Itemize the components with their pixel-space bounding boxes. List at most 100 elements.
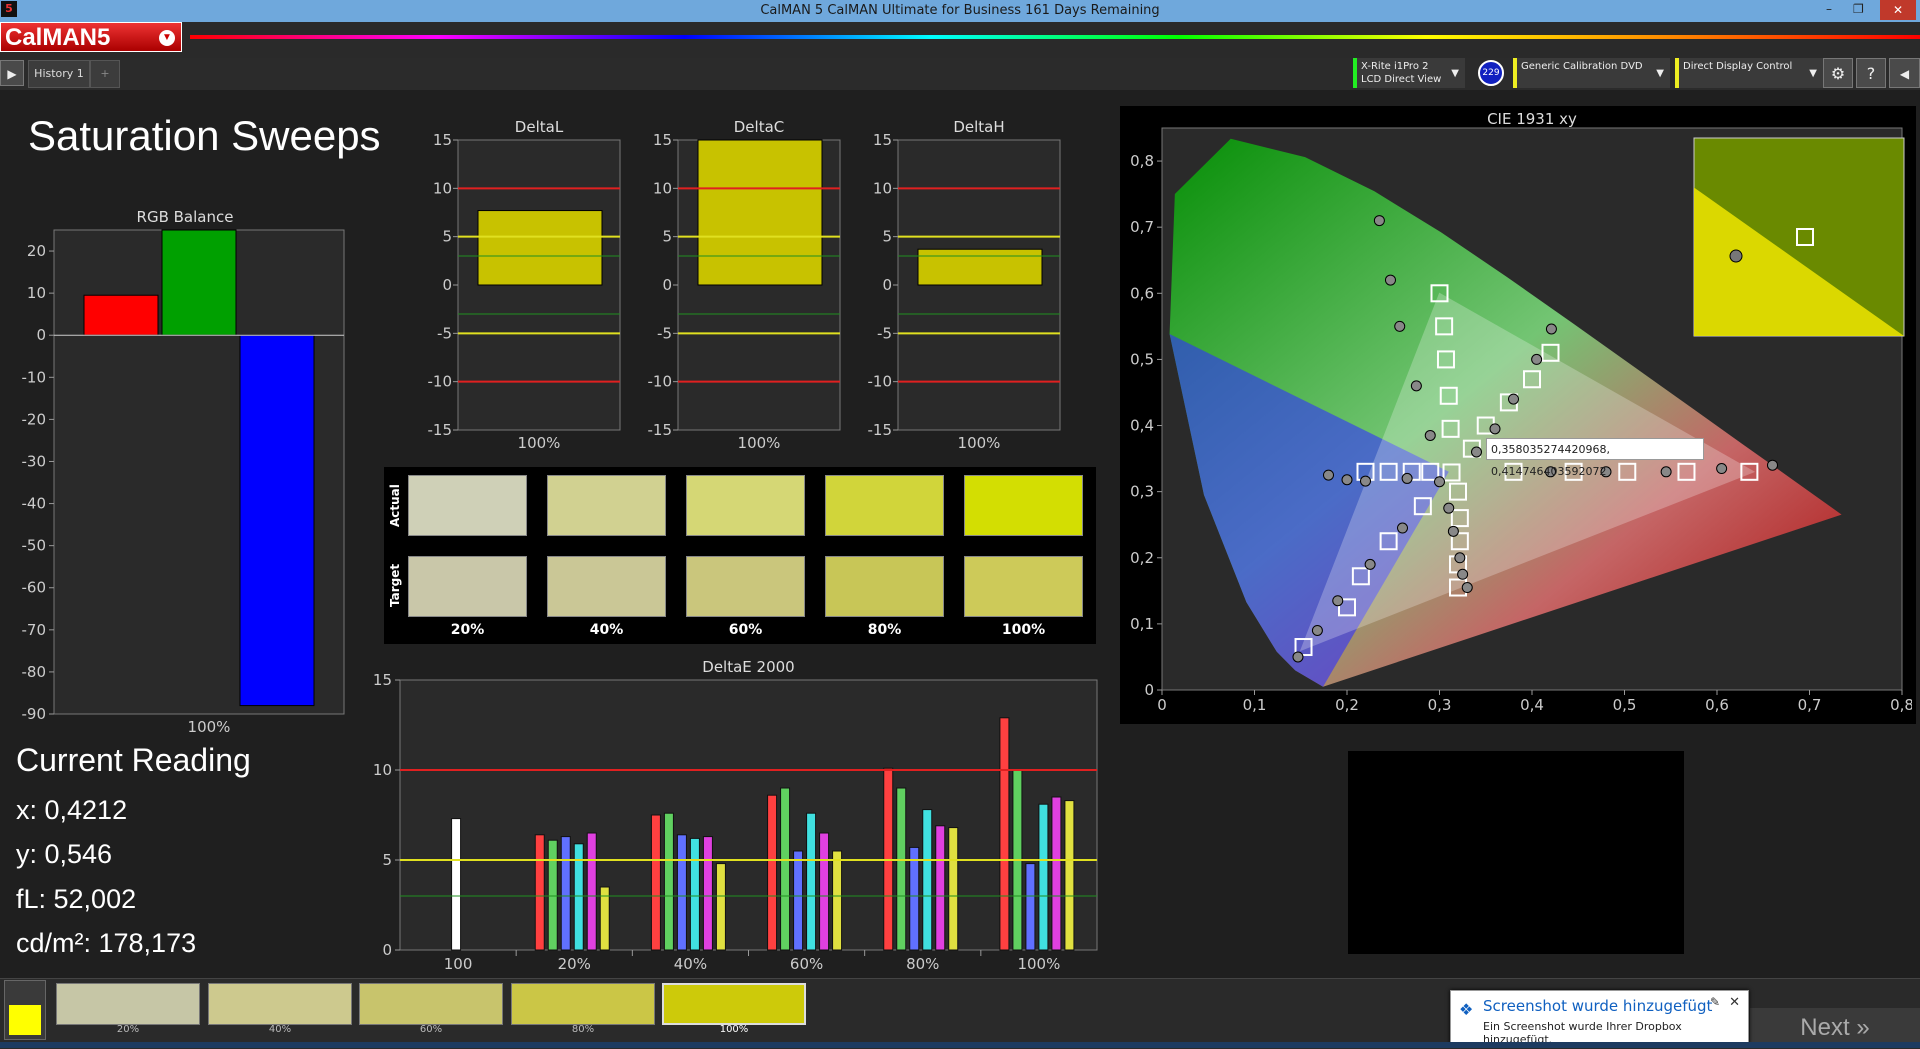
y-tick-label: -10 bbox=[22, 368, 47, 386]
restore-icon[interactable]: ❐ bbox=[1853, 2, 1864, 16]
x-tick-label: 0,4 bbox=[1520, 696, 1544, 714]
dropbox-toast[interactable]: ❖ Screenshot wurde hinzugefügt Ein Scree… bbox=[1450, 990, 1749, 1046]
chart-title: DeltaL bbox=[515, 118, 564, 136]
y-tick-label: 0,1 bbox=[1130, 615, 1154, 633]
deltae-bar bbox=[909, 846, 920, 951]
play-icon[interactable]: ▶ bbox=[0, 60, 24, 86]
y-tick-label: -10 bbox=[648, 373, 673, 391]
inset-measured-point bbox=[1729, 249, 1743, 263]
chart-title: CIE 1931 xy bbox=[1487, 110, 1577, 128]
y-tick-label: 5 bbox=[442, 228, 452, 246]
y-tick-label: 0,2 bbox=[1130, 549, 1154, 567]
target-swatch-20 bbox=[408, 556, 527, 617]
gear-icon[interactable]: ⚙ bbox=[1823, 58, 1853, 88]
y-tick-label: -5 bbox=[877, 324, 892, 342]
deltae-bar bbox=[547, 839, 558, 951]
target-row-label: Target bbox=[388, 563, 402, 607]
deltae-bar bbox=[922, 809, 933, 951]
x-tick-label: 0,7 bbox=[1798, 696, 1822, 714]
device-meter[interactable]: X-Rite i1Pro 2 LCD Direct View ▼ bbox=[1353, 58, 1465, 88]
deltae-bar bbox=[1051, 796, 1062, 951]
tile-label: 100% bbox=[719, 1024, 749, 1035]
y-tick-label: -50 bbox=[22, 537, 47, 555]
target-swatch-60 bbox=[686, 556, 805, 617]
back-icon[interactable]: ◀ bbox=[1889, 58, 1920, 88]
close-icon[interactable]: ✕ bbox=[1729, 995, 1740, 1010]
device-display[interactable]: Direct Display Control ▼ bbox=[1675, 58, 1823, 88]
measured-point bbox=[1461, 582, 1473, 594]
x-tick-label: 100% bbox=[518, 434, 561, 452]
measured-point bbox=[1471, 446, 1482, 458]
y-tick-label: 0 bbox=[882, 276, 892, 294]
bottom-tile-20[interactable] bbox=[56, 983, 200, 1025]
page-title: Saturation Sweeps bbox=[28, 112, 381, 159]
deltae-bar bbox=[832, 850, 843, 951]
bottom-tile-100[interactable] bbox=[662, 983, 806, 1025]
deltae-bar bbox=[935, 825, 946, 951]
deltae-bar bbox=[999, 717, 1010, 951]
y-tick-label: -80 bbox=[22, 663, 47, 681]
x-tick-label: 0,5 bbox=[1613, 696, 1637, 714]
measured-point bbox=[1545, 323, 1557, 335]
device-source-name: Generic Calibration DVD bbox=[1521, 61, 1643, 72]
help-icon[interactable]: ? bbox=[1856, 58, 1886, 88]
measured-point bbox=[1443, 502, 1455, 514]
deltae-bar bbox=[819, 832, 830, 951]
close-icon[interactable]: ✕ bbox=[1880, 0, 1916, 20]
chevron-down-icon[interactable]: ▼ bbox=[159, 30, 175, 46]
y-tick-label: -70 bbox=[22, 621, 47, 639]
reading-cd: cd/m²: 178,173 bbox=[16, 928, 197, 958]
rgb-bar-blue bbox=[239, 334, 315, 707]
rainbow-strip bbox=[190, 35, 1920, 39]
target-swatch-40 bbox=[547, 556, 666, 617]
chart-title: DeltaH bbox=[953, 118, 1004, 136]
measured-point bbox=[1434, 476, 1445, 488]
actual-row-label: Actual bbox=[388, 484, 402, 527]
next-label: Next bbox=[1800, 1014, 1850, 1041]
bottom-tile-60[interactable] bbox=[359, 983, 503, 1025]
y-tick-label: 0 bbox=[442, 276, 452, 294]
deltae-bar bbox=[676, 834, 687, 951]
current-reading-title: Current Reading bbox=[16, 742, 251, 778]
y-tick-label: -90 bbox=[22, 705, 47, 723]
x-tick-label: 0,2 bbox=[1335, 696, 1359, 714]
minimize-icon[interactable]: – bbox=[1826, 2, 1832, 16]
deltae-chart: DeltaE 2000 15 10 5 0 100 20% 40% 60% 80% 100% bbox=[373, 658, 1098, 973]
actual-swatch-20 bbox=[408, 475, 527, 536]
chevron-down-icon: ▼ bbox=[1451, 68, 1459, 79]
calman-logo[interactable]: CalMAN5 ▼ bbox=[0, 22, 182, 52]
measured-point bbox=[1454, 552, 1466, 564]
deltae-bar bbox=[663, 812, 674, 951]
deltae-bar bbox=[780, 787, 791, 951]
indicator-panel bbox=[4, 980, 46, 1040]
deltae-bar bbox=[534, 834, 545, 951]
deltae-bar bbox=[451, 818, 462, 951]
bottom-tile-80[interactable] bbox=[511, 983, 655, 1025]
meter-badge[interactable]: 229 bbox=[1478, 60, 1504, 86]
swatch-label: 80% bbox=[867, 622, 902, 638]
deltae-bar bbox=[715, 863, 726, 951]
cie-tooltip: 0,358035274420968, 0,414746403592072 bbox=[1486, 438, 1704, 478]
reading-x: x: 0,4212 bbox=[16, 795, 128, 825]
x-tick-label: 0 bbox=[1157, 696, 1167, 714]
rgb-balance-title: RGB Balance bbox=[137, 208, 234, 226]
bottom-tile-40[interactable] bbox=[208, 983, 352, 1025]
deltae-bar bbox=[1025, 863, 1036, 951]
cie-chart: CIE 1931 xy 0 0,1 0,2 0,3 0,4 0,5 0,6 0,7 0,8 0 0,1… bbox=[1130, 110, 1912, 714]
y-tick-label: -15 bbox=[648, 421, 673, 439]
swatch-label: 40% bbox=[589, 622, 624, 638]
measured-point bbox=[1373, 215, 1385, 227]
delta-lch-charts: DeltaL 15 10 5 0 -5 -10 -15 100% DeltaC 15 10 5 0 -5 -1… bbox=[428, 118, 1061, 452]
y-tick-label: 5 bbox=[882, 228, 892, 246]
deltae-bar bbox=[689, 837, 700, 951]
add-tab-button[interactable]: + bbox=[90, 60, 120, 88]
y-tick-label: -15 bbox=[428, 421, 453, 439]
x-tick-label: 100 bbox=[444, 955, 473, 973]
y-tick-label: 0 bbox=[382, 941, 392, 959]
y-tick-label: 10 bbox=[873, 179, 892, 197]
pin-icon[interactable]: ✎ bbox=[1710, 995, 1720, 1009]
device-source[interactable]: Generic Calibration DVD ▼ bbox=[1513, 58, 1670, 88]
measured-point bbox=[1660, 466, 1672, 478]
tab-history-1[interactable]: History 1 bbox=[28, 60, 90, 88]
measured-point bbox=[1292, 651, 1304, 663]
